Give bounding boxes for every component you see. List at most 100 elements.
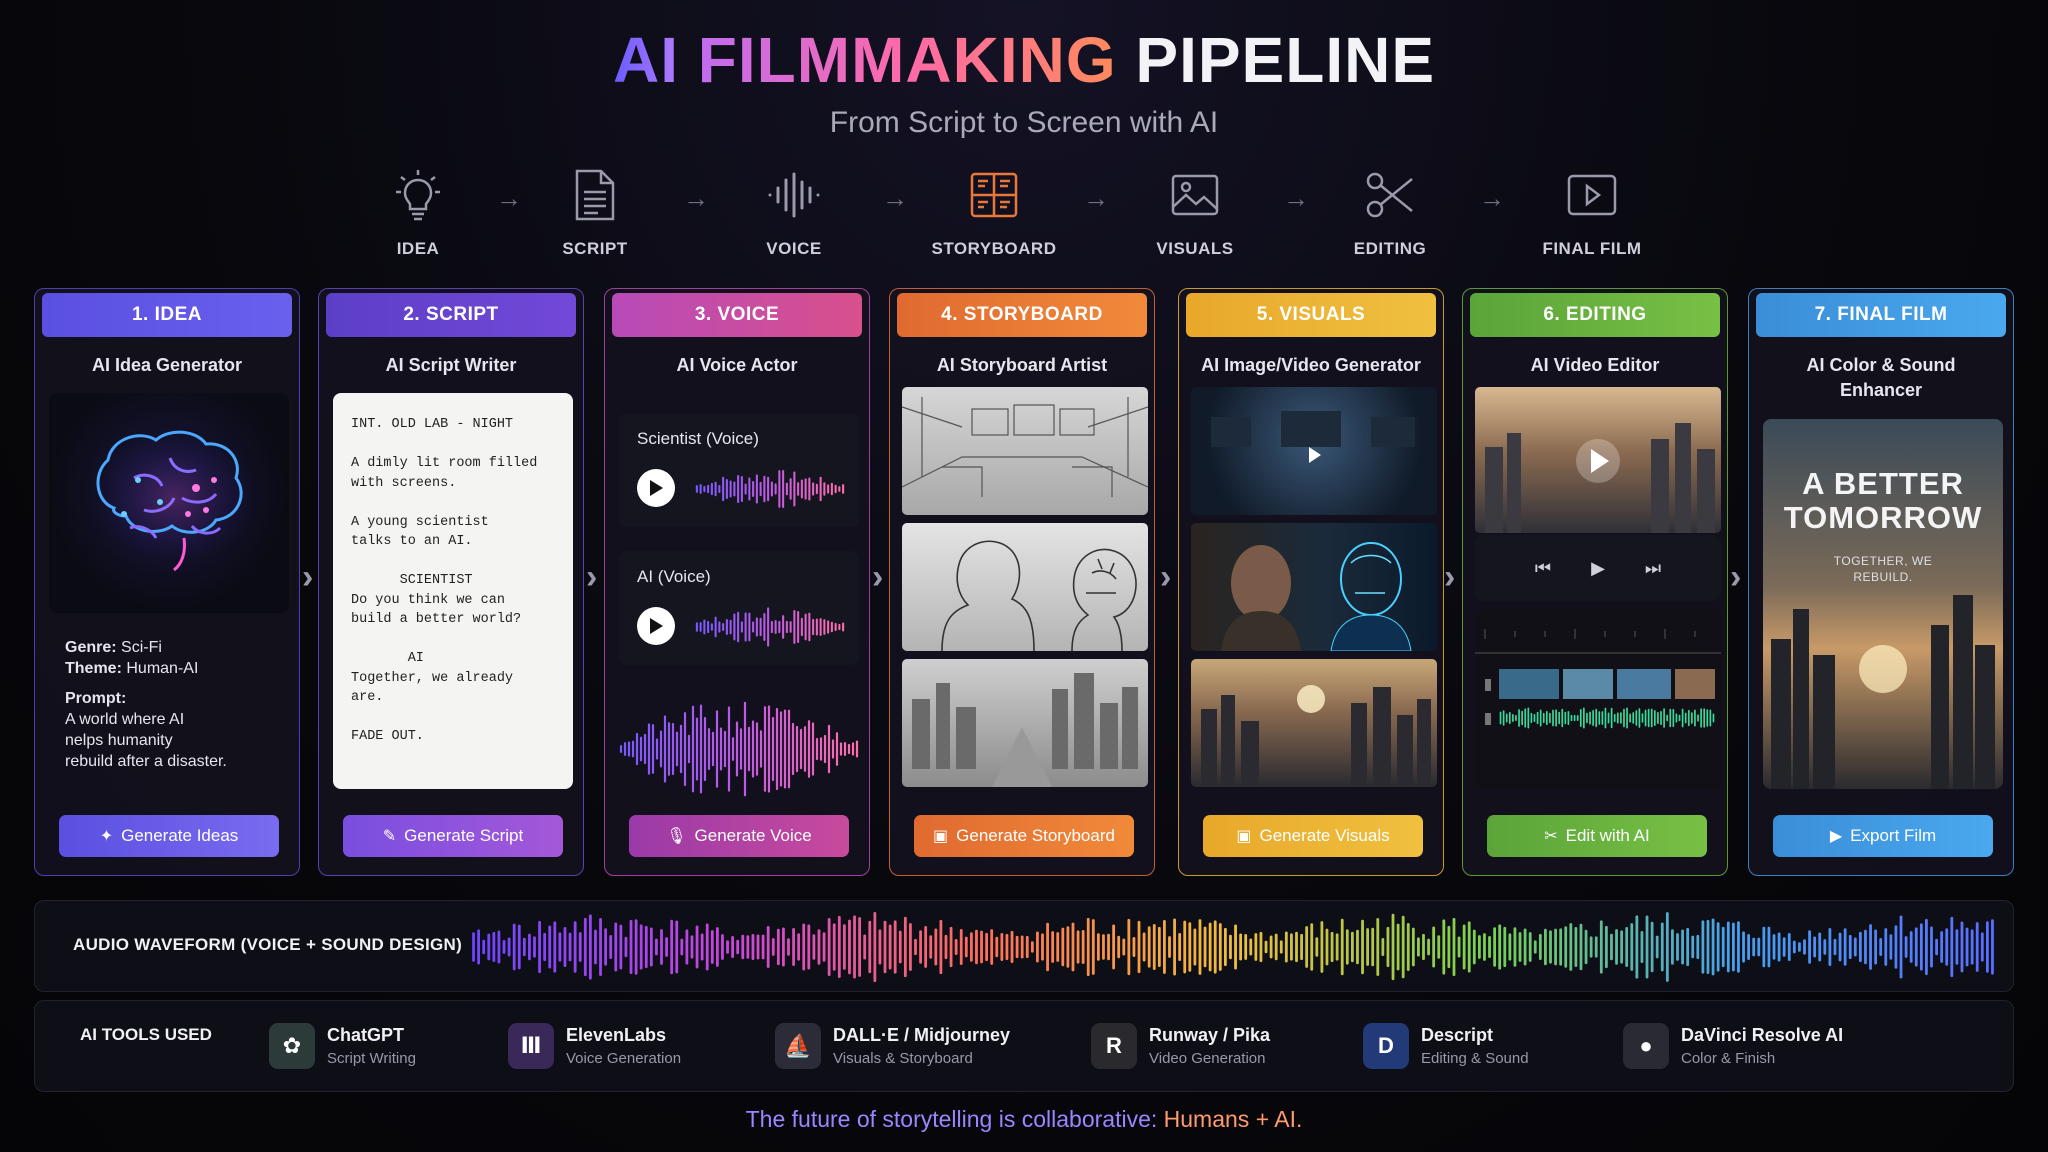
flow-arrow: → <box>882 183 908 213</box>
tool-name: ChatGPT <box>327 1025 405 1045</box>
card-separator-chevron: › <box>1730 558 1742 596</box>
tool-desc: Voice Generation <box>566 1050 682 1067</box>
theme-value: Human-AI <box>126 660 199 677</box>
voice-big-waveform <box>619 701 859 797</box>
card-separator-chevron: › <box>1444 558 1456 596</box>
waveform-label: AUDIO WAVEFORM (VOICE + SOUND DESIGN) <box>73 935 463 954</box>
flow-label: SCRIPT <box>562 239 628 258</box>
card-final-film: 7. FINAL FILM AI Color & Sound Enhancer … <box>1748 288 2014 876</box>
generate-visuals-button[interactable]: ▣ Generate Visuals <box>1203 815 1423 857</box>
tool-desc: Script Writing <box>327 1050 416 1067</box>
card-subtitle: AI Script Writer <box>385 355 517 375</box>
sparkle-icon: ✦ <box>99 828 114 845</box>
page-title: AI FILMMAKING PIPELINE <box>0 24 2048 96</box>
card-header: 4. STORYBOARD <box>897 293 1147 337</box>
card-subtitle: AI Idea Generator <box>91 355 243 375</box>
chatgpt-icon: ✿ <box>269 1023 315 1069</box>
descript-icon: D <box>1363 1023 1409 1069</box>
generate-ideas-button[interactable]: ✦ Generate Ideas <box>59 815 279 857</box>
play-icon[interactable]: ▶ <box>1591 558 1605 579</box>
voice-track-ai: AI (Voice) <box>619 551 859 665</box>
genre-value: Sci-Fi <box>121 639 162 656</box>
flow-label: FINAL FILM <box>1542 239 1642 258</box>
runway-icon: R <box>1091 1023 1137 1069</box>
edit-with-ai-button[interactable]: ✂ Edit with AI <box>1487 815 1707 857</box>
card-voice: 3. VOICE AI Voice Actor Scientist (Voice… <box>604 288 870 876</box>
flow-label: VISUALS <box>1156 239 1234 258</box>
idea-details: Genre: Sci-Fi Theme: Human-AI Prompt: A … <box>65 637 275 772</box>
play-screen-icon <box>1512 165 1672 225</box>
tool-davinci[interactable]: ● DaVinci Resolve AI Color & Finish <box>1623 1023 1843 1069</box>
script-page: INT. OLD LAB - NIGHT A dimly lit room fi… <box>333 393 573 789</box>
tool-midjourney[interactable]: ⛵ DALL·E / Midjourney Visuals & Storyboar… <box>775 1023 1010 1069</box>
scissors-icon: ✂ <box>1544 828 1558 845</box>
tool-desc: Color & Finish <box>1681 1050 1776 1067</box>
flow-arrow: → <box>1283 183 1309 213</box>
flow-arrow: → <box>1083 183 1109 213</box>
play-icon <box>650 480 663 496</box>
title-filmmaking: FILMMAKING <box>697 24 1117 96</box>
tool-chatgpt[interactable]: ✿ ChatGPT Script Writing <box>269 1023 416 1069</box>
voice-waveform <box>695 469 845 509</box>
theme-label: Theme: <box>65 660 122 677</box>
film-poster: A BETTER TOMORROW TOGETHER, WE REBUILD. <box>1763 419 2003 789</box>
tools-label: AI TOOLS USED <box>80 1025 212 1044</box>
flow-step-final-film: FINAL FILM <box>1512 165 1672 259</box>
generate-voice-button[interactable]: 🎙 Generate Voice <box>629 815 849 857</box>
pipeline-flow: IDEA → SCRIPT → VOICE → STORYBOARD → VIS… <box>0 165 2048 265</box>
generate-storyboard-button[interactable]: ▣ Generate Storyboard <box>914 815 1134 857</box>
flow-arrow: → <box>683 183 709 213</box>
visual-sunset-city <box>1191 659 1437 787</box>
prompt-text: nelps humanity <box>65 732 173 749</box>
tool-desc: Editing & Sound <box>1421 1050 1529 1067</box>
card-separator-chevron: › <box>302 558 314 596</box>
card-storyboard: 4. STORYBOARD AI Storyboard Artist ▣ Gen… <box>889 288 1155 876</box>
button-label: Export Film <box>1850 826 1937 845</box>
ai-tools-bar: AI TOOLS USED ✿ ChatGPT Script Writing Ⅲ … <box>34 1000 2014 1092</box>
footer-text: Humans + AI. <box>1163 1106 1303 1132</box>
scissors-icon <box>1310 165 1470 225</box>
lightbulb-icon <box>338 165 498 225</box>
card-header: 6. EDITING <box>1470 293 1720 337</box>
visual-lab-scene <box>1191 387 1437 515</box>
editor-timeline <box>1475 609 1721 789</box>
play-icon <box>1309 447 1321 463</box>
play-button[interactable] <box>637 607 675 645</box>
image-icon <box>1115 165 1275 225</box>
prompt-text: rebuild after a disaster. <box>65 753 227 770</box>
microphone-icon: 🎙 <box>666 828 687 845</box>
storyboard-icon <box>914 165 1074 225</box>
export-film-button[interactable]: ▶ Export Film <box>1773 815 1993 857</box>
header: AI FILMMAKING PIPELINE From Script to Sc… <box>0 24 2048 140</box>
flow-label: STORYBOARD <box>931 239 1057 258</box>
poster-tagline: TOGETHER, WE <box>1833 554 1933 568</box>
voice-track-scientist: Scientist (Voice) <box>619 413 859 527</box>
flow-step-voice: VOICE <box>714 165 874 259</box>
button-label: Generate Visuals <box>1259 826 1390 845</box>
footer-tagline: The future of storytelling is collaborat… <box>0 1106 2048 1133</box>
card-header: 3. VOICE <box>612 293 862 337</box>
flow-label: VOICE <box>766 239 822 258</box>
flow-step-editing: EDITING <box>1310 165 1470 259</box>
elevenlabs-icon: Ⅲ <box>508 1023 554 1069</box>
tool-elevenlabs[interactable]: Ⅲ ElevenLabs Voice Generation <box>508 1023 681 1069</box>
davinci-icon: ● <box>1623 1023 1669 1069</box>
prompt-text: A world where AI <box>65 711 185 728</box>
title-pipeline: PIPELINE <box>1135 24 1435 96</box>
tool-desc: Visuals & Storyboard <box>833 1050 973 1067</box>
skip-back-icon[interactable]: ⏮ <box>1535 558 1551 579</box>
card-editing: 6. EDITING AI Video Editor ⏮ ▶ ⏭ ✂ Edit … <box>1462 288 1728 876</box>
skip-forward-icon[interactable]: ⏭ <box>1645 558 1661 579</box>
generate-script-button[interactable]: ✎ Generate Script <box>343 815 563 857</box>
pencil-icon: ✎ <box>382 828 397 845</box>
tool-descript[interactable]: D Descript Editing & Sound <box>1363 1023 1529 1069</box>
play-button[interactable] <box>637 469 675 507</box>
voice-waveform <box>695 607 845 647</box>
card-separator-chevron: › <box>586 558 598 596</box>
pipeline-cards: 1. IDEA AI Idea Generator Genre: Sci-Fi … <box>34 288 2014 876</box>
card-separator-chevron: › <box>872 558 884 596</box>
flow-arrow: → <box>1479 183 1505 213</box>
tool-runway[interactable]: R Runway / Pika Video Generation <box>1091 1023 1270 1069</box>
editor-preview <box>1475 387 1721 533</box>
brain-image <box>49 393 289 613</box>
